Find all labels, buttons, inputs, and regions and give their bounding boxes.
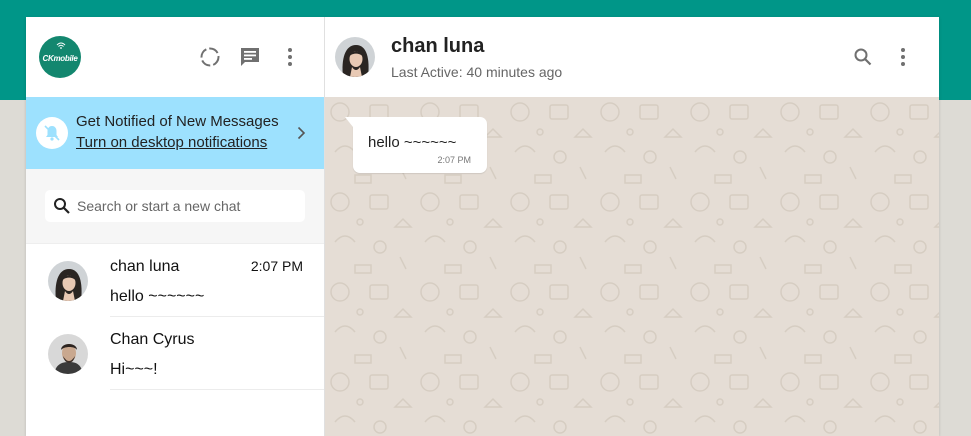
new-chat-button[interactable] xyxy=(230,37,270,77)
status-icon xyxy=(200,47,220,67)
avatar xyxy=(48,260,88,301)
search-bar xyxy=(26,169,324,244)
message-text: hello ~~~~~~ xyxy=(368,134,457,151)
menu-icon xyxy=(288,48,292,66)
chat-preview: hello ~~~~~~ xyxy=(110,288,205,305)
notification-link[interactable]: Turn on desktop notifications xyxy=(76,132,279,154)
avatar xyxy=(48,333,88,374)
chat-time: 2:07 PM xyxy=(250,258,303,274)
contact-status: Last Active: 40 minutes ago xyxy=(391,64,563,80)
chevron-right-icon[interactable] xyxy=(297,126,306,140)
message-bubble[interactable]: hello ~~~~~~ 2:07 PM xyxy=(345,117,487,173)
search-messages-button[interactable] xyxy=(843,37,883,77)
app-window: CKmobile Get Notified of New Messages Tu… xyxy=(26,17,939,436)
search-icon xyxy=(54,198,70,214)
sidebar-header: CKmobile xyxy=(26,17,324,97)
chat-item-chan-luna[interactable]: chan luna 2:07 PM hello ~~~~~~ xyxy=(26,244,324,317)
chat-name: chan luna xyxy=(110,258,180,275)
contact-info[interactable]: chan luna Last Active: 40 minutes ago xyxy=(391,33,562,81)
wifi-icon xyxy=(56,42,66,49)
message-time: 2:07 PM xyxy=(437,155,471,165)
conversation-pane: chan luna Last Active: 40 minutes ago he… xyxy=(325,17,939,436)
search-input[interactable] xyxy=(77,198,297,214)
status-button[interactable] xyxy=(190,37,230,77)
menu-icon xyxy=(901,48,905,66)
new-chat-icon xyxy=(241,48,259,66)
search-icon xyxy=(854,48,872,66)
chat-name: Chan Cyrus xyxy=(110,331,195,348)
app-logo: CKmobile xyxy=(39,36,81,78)
conversation-menu-button[interactable] xyxy=(883,37,923,77)
contact-avatar[interactable] xyxy=(335,37,375,77)
bubble-tail xyxy=(345,117,353,127)
conversation-header: chan luna Last Active: 40 minutes ago xyxy=(325,17,939,97)
sidebar-menu-button[interactable] xyxy=(270,37,310,77)
notification-banner[interactable]: Get Notified of New Messages Turn on des… xyxy=(26,97,324,169)
bell-off-icon xyxy=(36,117,68,149)
contact-name: chan luna xyxy=(391,35,485,57)
notification-title: Get Notified of New Messages xyxy=(76,113,279,130)
chat-list: chan luna 2:07 PM hello ~~~~~~ Chan Cyru… xyxy=(26,244,324,436)
logo-text: CKmobile xyxy=(42,53,78,63)
sidebar: CKmobile Get Notified of New Messages Tu… xyxy=(26,17,325,436)
message-area: hello ~~~~~~ 2:07 PM xyxy=(325,97,939,436)
search-box[interactable] xyxy=(45,190,305,222)
chat-item-chan-cyrus[interactable]: Chan Cyrus Hi~~~! xyxy=(26,317,324,390)
chat-preview: Hi~~~! xyxy=(110,361,158,378)
